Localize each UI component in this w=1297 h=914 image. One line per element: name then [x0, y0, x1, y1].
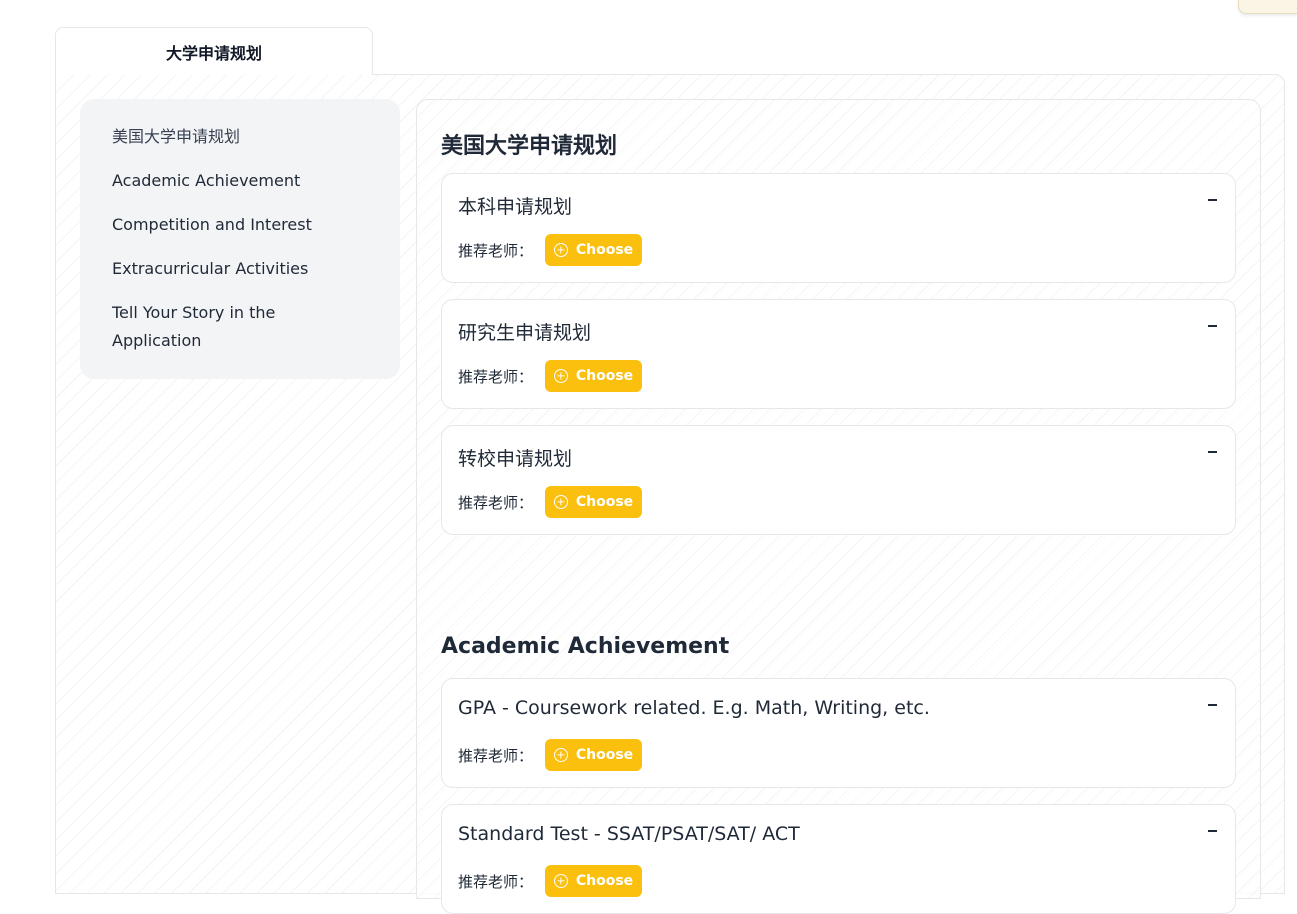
content-panel: 美国大学申请规划 本科申请规划 推荐老师： Choose 研究生申请规划 推荐老… — [416, 99, 1261, 914]
sidebar-item-extracurricular[interactable]: Extracurricular Activities — [112, 255, 380, 283]
teacher-row: 推荐老师： Choose — [458, 739, 643, 771]
minus-icon[interactable] — [1207, 317, 1217, 335]
choose-button[interactable]: Choose — [545, 739, 643, 771]
plus-circle-icon — [553, 243, 568, 257]
sidebar-item-us-college-planning[interactable]: 美国大学申请规划 — [112, 123, 380, 151]
card-title: GPA - Coursework related. E.g. Math, Wri… — [458, 697, 930, 719]
teacher-label: 推荐老师： — [458, 872, 534, 891]
plus-circle-icon — [553, 495, 568, 509]
card-graduate: 研究生申请规划 推荐老师： Choose — [441, 299, 1236, 409]
teacher-label: 推荐老师： — [458, 493, 534, 512]
tab-label: 大学申请规划 — [165, 43, 262, 63]
section-title-academic-achievement: Academic Achievement — [441, 634, 730, 659]
choose-button[interactable]: Choose — [545, 234, 643, 266]
choose-button[interactable]: Choose — [545, 360, 643, 392]
plus-circle-icon — [553, 874, 568, 888]
card-undergraduate: 本科申请规划 推荐老师： Choose — [441, 173, 1236, 283]
choose-button-label: Choose — [575, 242, 634, 258]
tab-college-planning[interactable]: 大学申请规划 — [55, 27, 373, 75]
choose-button[interactable]: Choose — [545, 486, 643, 518]
corner-tab[interactable] — [1238, 0, 1297, 14]
sidebar-item-label: Tell Your Story in the Application — [112, 303, 276, 350]
card-title: 研究生申请规划 — [458, 322, 592, 344]
card-transfer: 转校申请规划 推荐老师： Choose — [441, 425, 1236, 535]
plus-circle-icon — [553, 748, 568, 762]
card-title: Standard Test - SSAT/PSAT/SAT/ ACT — [458, 823, 800, 845]
section-title-us-planning: 美国大学申请规划 — [441, 134, 618, 159]
plus-circle-icon — [553, 369, 568, 383]
sidebar-item-label: 美国大学申请规划 — [112, 127, 241, 146]
teacher-row: 推荐老师： Choose — [458, 360, 643, 392]
sidebar-item-competition-interest[interactable]: Competition and Interest — [112, 211, 380, 239]
sidebar-nav: 美国大学申请规划 Academic Achievement Competitio… — [80, 99, 400, 379]
card-standard-test: Standard Test - SSAT/PSAT/SAT/ ACT 推荐老师：… — [441, 804, 1236, 914]
teacher-row: 推荐老师： Choose — [458, 486, 643, 518]
minus-icon[interactable] — [1207, 822, 1217, 840]
card-title: 本科申请规划 — [458, 196, 573, 218]
card-gpa: GPA - Coursework related. E.g. Math, Wri… — [441, 678, 1236, 788]
sidebar-item-academic-achievement[interactable]: Academic Achievement — [112, 167, 380, 195]
choose-button-label: Choose — [575, 494, 634, 510]
teacher-label: 推荐老师： — [458, 241, 534, 260]
teacher-label: 推荐老师： — [458, 746, 534, 765]
choose-button-label: Choose — [575, 747, 634, 763]
teacher-label: 推荐老师： — [458, 367, 534, 386]
minus-icon[interactable] — [1207, 191, 1217, 209]
sidebar-item-label: Academic Achievement — [112, 171, 301, 190]
sidebar-item-label: Extracurricular Activities — [112, 259, 309, 278]
choose-button-label: Choose — [575, 368, 634, 384]
minus-icon[interactable] — [1207, 443, 1217, 461]
choose-button[interactable]: Choose — [545, 865, 643, 897]
sidebar-item-tell-your-story[interactable]: Tell Your Story in the Application — [112, 299, 282, 355]
teacher-row: 推荐老师： Choose — [458, 865, 643, 897]
minus-icon[interactable] — [1207, 696, 1217, 714]
card-title: 转校申请规划 — [458, 448, 573, 470]
choose-button-label: Choose — [575, 873, 634, 889]
sidebar-item-label: Competition and Interest — [112, 215, 312, 234]
teacher-row: 推荐老师： Choose — [458, 234, 643, 266]
